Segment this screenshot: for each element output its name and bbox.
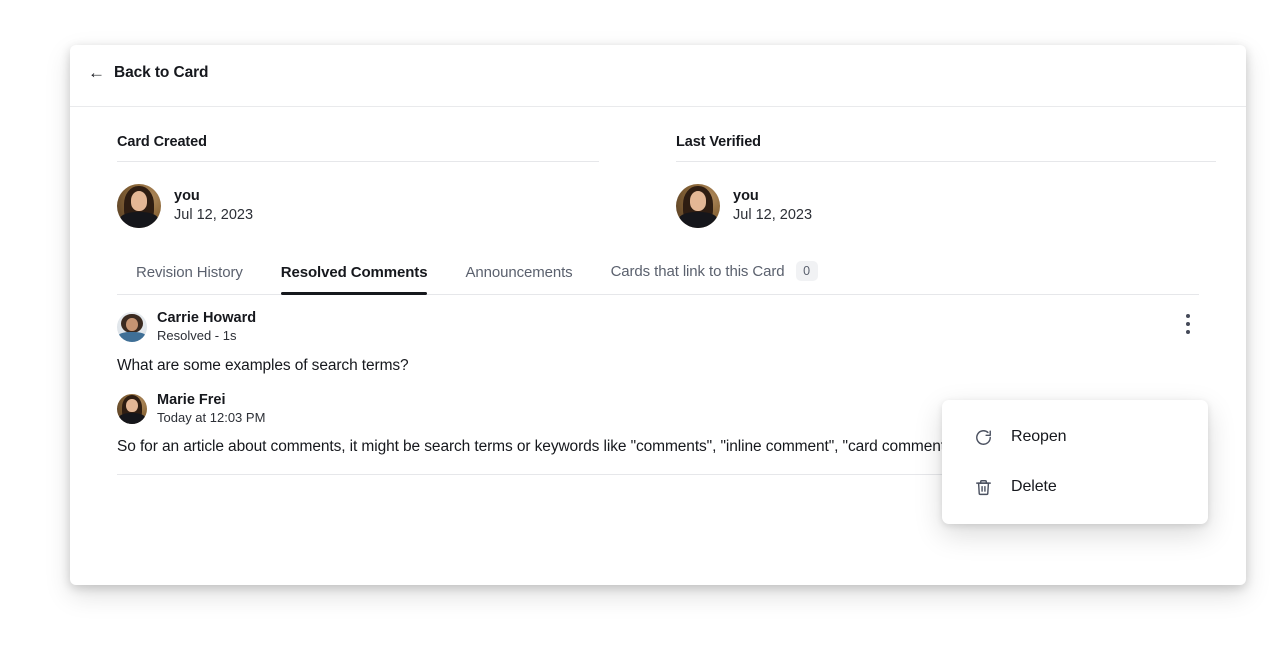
card-created-author: you [174, 187, 200, 204]
card-details-panel: ← Back to Card Card Created you Jul 12, … [70, 45, 1246, 585]
menu-item-label: Reopen [1011, 428, 1067, 445]
last-verified-title: Last Verified [676, 134, 761, 150]
back-to-card-label: Back to Card [114, 64, 209, 81]
tab-label: Announcements [465, 264, 573, 281]
last-verified-section: Last Verified you Jul 12, 2023 [658, 134, 1246, 228]
section-divider [117, 161, 599, 162]
comment-author: Carrie Howard [157, 310, 257, 326]
trash-icon [973, 477, 994, 498]
tab-announcements[interactable]: Announcements [446, 262, 591, 294]
back-to-card-link[interactable]: ← Back to Card [88, 63, 209, 82]
arrow-left-icon: ← [88, 63, 105, 82]
metadata-row: Card Created you Jul 12, 2023 Last Verif… [70, 107, 1246, 228]
tab-bar: Revision History Resolved Comments Annou… [117, 259, 1199, 295]
menu-item-reopen[interactable]: Reopen [942, 412, 1208, 462]
refresh-cw-icon [973, 427, 994, 448]
menu-item-delete[interactable]: Delete [942, 462, 1208, 512]
tab-label: Cards that link to this Card [610, 262, 785, 280]
last-verified-date: Jul 12, 2023 [733, 207, 813, 223]
avatar [117, 393, 147, 424]
tab-revision-history[interactable]: Revision History [117, 262, 262, 294]
avatar [676, 184, 720, 228]
last-verified-author: you [733, 187, 759, 204]
tab-cards-that-link-to-this-card[interactable]: Cards that link to this Card 0 [592, 259, 837, 294]
tab-count-badge: 0 [795, 261, 818, 281]
tab-label: Revision History [136, 264, 243, 281]
card-created-section: Card Created you Jul 12, 2023 [70, 134, 658, 228]
card-created-person: you Jul 12, 2023 [117, 184, 599, 228]
comment-timestamp: Today at 12:03 PM [157, 409, 266, 425]
comment-status-timestamp: Resolved - 1s [157, 327, 237, 343]
last-verified-person: you Jul 12, 2023 [676, 184, 1216, 228]
tab-resolved-comments[interactable]: Resolved Comments [262, 262, 447, 295]
avatar [117, 311, 147, 342]
card-header: ← Back to Card [70, 45, 1246, 107]
comment-item: Carrie Howard Resolved - 1s What are som… [117, 295, 1199, 377]
card-created-title: Card Created [117, 134, 207, 150]
comment-body: What are some examples of search terms? [117, 356, 409, 374]
menu-item-label: Delete [1011, 478, 1057, 495]
comment-context-menu: Reopen Delete [942, 400, 1208, 524]
tab-label: Resolved Comments [280, 264, 428, 281]
more-vertical-icon[interactable] [1177, 309, 1199, 339]
comment-header: Carrie Howard Resolved - 1s [117, 309, 1199, 345]
card-created-date: Jul 12, 2023 [174, 207, 254, 223]
avatar [117, 184, 161, 228]
comment-author: Marie Frei [157, 391, 226, 408]
section-divider [676, 161, 1216, 162]
